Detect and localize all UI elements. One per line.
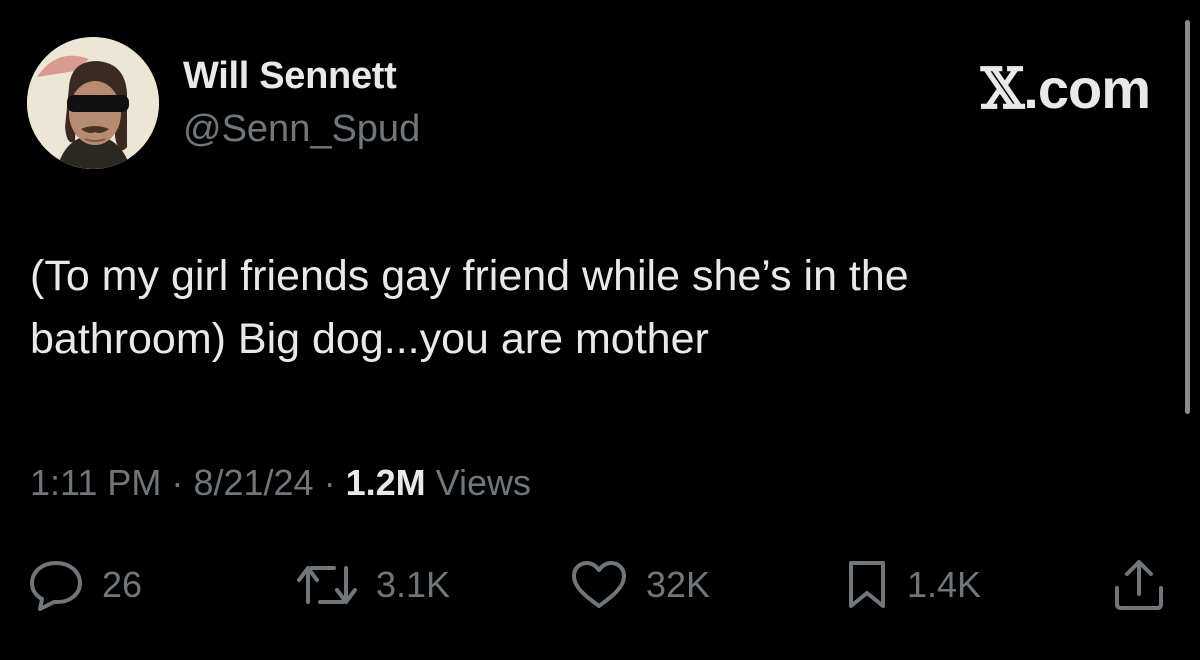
tweet-text: (To my girl friends gay friend while she…	[30, 252, 909, 363]
avatar[interactable]	[27, 37, 159, 169]
meta-separator: ·	[323, 462, 336, 503]
share-icon	[1115, 560, 1163, 610]
repost-icon	[297, 566, 357, 604]
heart-icon	[572, 561, 626, 608]
views-count: 1.2M	[345, 462, 426, 503]
brand-suffix: .com	[1023, 57, 1151, 120]
repost-button[interactable]: 3.1K	[296, 555, 450, 615]
tweet-meta: 1:11 PM · 8/21/24 · 1.2M Views	[30, 462, 531, 504]
brand-logo: 𝕏.com	[980, 56, 1151, 122]
action-bar: 26 3.1K 32K 1.4K	[0, 555, 1200, 615]
repost-count: 3.1K	[376, 564, 451, 605]
reply-button[interactable]: 26	[28, 555, 142, 615]
meta-separator: ·	[171, 462, 184, 503]
reply-icon	[30, 561, 82, 611]
like-button[interactable]: 32K	[570, 555, 710, 615]
tweet-date[interactable]: 8/21/24	[193, 462, 313, 503]
author-display-name[interactable]: Will Sennett	[183, 55, 397, 98]
author-handle[interactable]: @Senn_Spud	[183, 108, 420, 151]
like-count: 32K	[646, 564, 711, 605]
bookmark-count: 1.4K	[907, 564, 982, 605]
avatar-photo-icon	[27, 37, 159, 169]
reply-count: 26	[102, 564, 143, 605]
tweet-card: Will Sennett @Senn_Spud 𝕏.com (To my gir…	[0, 0, 1200, 660]
views-label: Views	[435, 462, 532, 503]
tweet-time[interactable]: 1:11 PM	[30, 462, 161, 503]
share-button[interactable]	[1110, 555, 1168, 615]
bookmark-button[interactable]: 1.4K	[845, 555, 981, 615]
scrollbar[interactable]	[1185, 20, 1190, 414]
bookmark-icon	[849, 561, 885, 608]
x-logo-icon: 𝕏	[980, 56, 1024, 122]
